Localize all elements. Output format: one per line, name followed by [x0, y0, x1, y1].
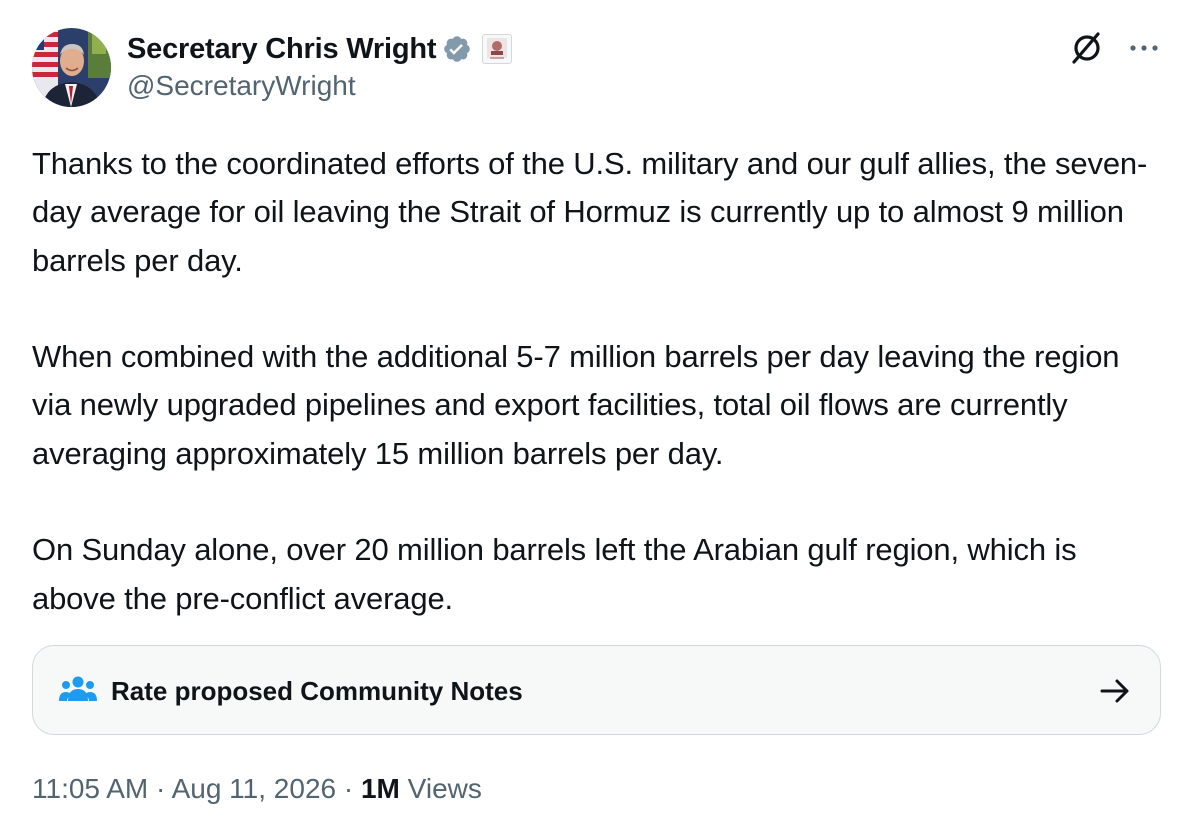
author-name[interactable]: Secretary Chris Wright: [127, 33, 437, 66]
tweet-paragraph: On Sunday alone, over 20 million barrels…: [32, 532, 1077, 616]
tweet-time[interactable]: 11:05 AM: [32, 773, 148, 804]
author-name-row: Secretary Chris Wright: [127, 30, 513, 68]
tweet-date[interactable]: Aug 11, 2026: [172, 773, 337, 804]
arrow-right-icon: [1098, 676, 1132, 706]
affiliation-badge-icon[interactable]: [482, 34, 513, 64]
meta-separator: ·: [156, 773, 166, 804]
verified-badge-icon[interactable]: [442, 34, 472, 64]
views-label: Views: [407, 773, 482, 804]
avatar[interactable]: [32, 28, 111, 107]
views-count: 1M: [360, 773, 400, 804]
community-notes-label: Rate proposed Community Notes: [111, 676, 523, 706]
tweet-text: Thanks to the coordinated efforts of the…: [32, 140, 1162, 623]
tweet-paragraph: Thanks to the coordinated efforts of the…: [32, 146, 1148, 278]
tweet-paragraph: When combined with the additional 5-7 mi…: [32, 339, 1120, 471]
grok-slash-icon[interactable]: [1066, 28, 1106, 68]
meta-separator: ·: [343, 773, 354, 804]
more-dots-icon[interactable]: [1124, 32, 1164, 64]
people-icon: [59, 675, 97, 705]
author-handle[interactable]: @SecretaryWright: [127, 70, 356, 102]
tweet-meta: 11:05 AM · Aug 11, 2026 · 1M Views: [32, 770, 482, 808]
rate-community-notes-button[interactable]: Rate proposed Community Notes: [32, 645, 1161, 735]
tweet: Secretary Chris Wright @SecretaryWright: [0, 0, 1180, 832]
